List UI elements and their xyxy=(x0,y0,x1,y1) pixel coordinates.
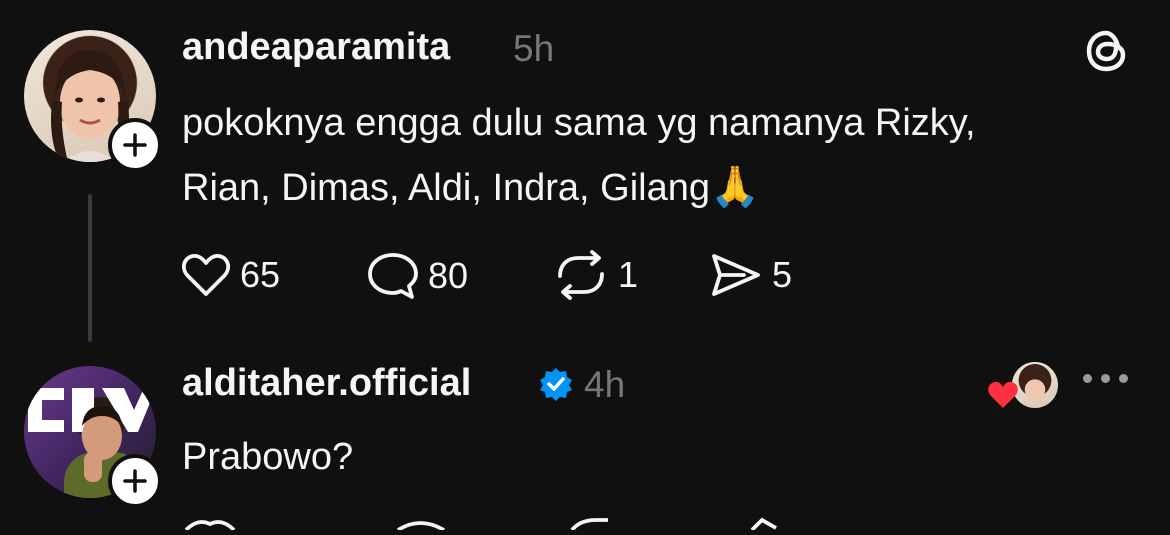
reply-text: Prabowo? xyxy=(182,436,354,478)
follow-button-alditaher[interactable] xyxy=(108,454,162,508)
thread-connector-line xyxy=(88,194,92,342)
more-options-icon[interactable] xyxy=(1083,374,1128,383)
pray-emoji: 🙏 xyxy=(710,165,760,209)
like-count: 65 xyxy=(240,254,281,295)
repost-icon xyxy=(558,250,604,300)
post-text-line-2-content: Rian, Dimas, Aldi, Indra, Gilang xyxy=(182,167,711,209)
post-text-line-2: Rian, Dimas, Aldi, Indra, Gilang🙏 xyxy=(182,158,760,217)
follow-button-andeaparamita[interactable] xyxy=(108,118,162,172)
post-text-line-1: pokoknya engga dulu sama yg namanya Rizk… xyxy=(182,102,976,144)
like-action[interactable]: 65 xyxy=(180,252,280,298)
plus-icon xyxy=(123,469,147,493)
reply-count: 80 xyxy=(428,255,469,296)
post-username[interactable]: andeaparamita xyxy=(182,26,450,69)
send-icon xyxy=(712,254,760,296)
heart-icon xyxy=(181,253,231,296)
comment-icon xyxy=(368,253,418,299)
verified-badge-icon xyxy=(538,366,574,407)
share-action[interactable]: 5 xyxy=(708,250,792,300)
comment-action[interactable]: 80 xyxy=(366,251,468,301)
reply-username[interactable]: alditaher.official xyxy=(182,362,471,405)
post-timestamp: 5h xyxy=(513,28,555,69)
plus-icon xyxy=(123,133,147,157)
share-count: 5 xyxy=(772,254,793,295)
repost-action[interactable]: 1 xyxy=(552,250,638,300)
heart-icon xyxy=(986,380,1020,415)
reply-timestamp: 4h xyxy=(584,364,626,405)
repost-count: 1 xyxy=(618,254,639,295)
threads-logo-icon[interactable] xyxy=(1084,27,1130,80)
